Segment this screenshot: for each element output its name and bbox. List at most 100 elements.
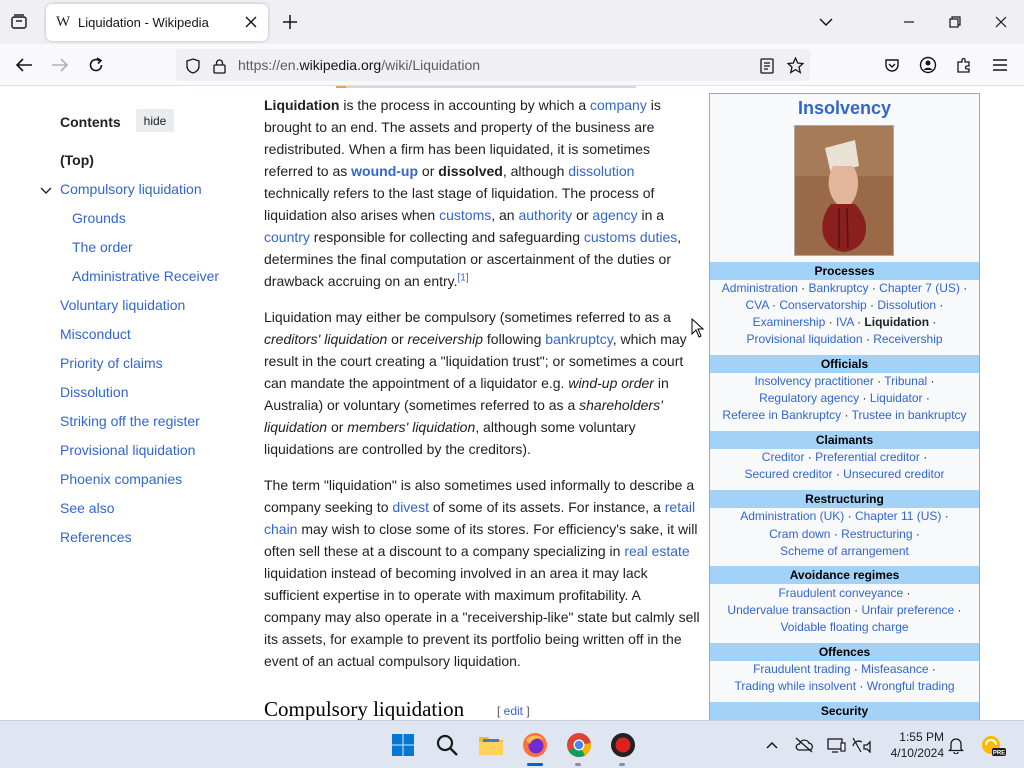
infobox-link[interactable]: Liquidator bbox=[870, 391, 923, 405]
infobox-link[interactable]: IVA bbox=[836, 315, 854, 329]
toc-item-phoenix-companies[interactable]: Phoenix companies bbox=[60, 471, 182, 487]
infobox-link[interactable]: Scheme of arrangement bbox=[780, 544, 909, 558]
toc-item-top[interactable]: (Top) bbox=[60, 152, 94, 168]
search-icon[interactable] bbox=[431, 729, 463, 761]
firefox-icon[interactable] bbox=[519, 729, 551, 761]
clock-time: 1:55 PM bbox=[899, 730, 944, 744]
extensions-icon[interactable] bbox=[953, 54, 975, 76]
url-text[interactable]: https://en.wikipedia.org/wiki/Liquidatio… bbox=[238, 57, 480, 73]
infobox-link[interactable]: Referee in Bankruptcy bbox=[722, 408, 841, 422]
chrome-icon[interactable] bbox=[563, 729, 595, 761]
close-tab-icon[interactable] bbox=[242, 13, 260, 31]
infobox-link[interactable]: Creditor bbox=[762, 450, 805, 464]
infobox-link[interactable]: Fraudulent trading bbox=[753, 662, 850, 676]
infobox-link[interactable]: Provisional liquidation bbox=[746, 332, 862, 346]
infobox-link[interactable]: Preferential creditor bbox=[815, 450, 920, 464]
infobox-link[interactable]: Bankruptcy bbox=[808, 281, 868, 295]
infobox-link[interactable]: Trading while insolvent bbox=[734, 679, 856, 693]
screen-recorder-icon[interactable] bbox=[607, 729, 639, 761]
bookmark-star-icon[interactable] bbox=[786, 56, 804, 74]
infobox-link[interactable]: Chapter 7 (US) bbox=[879, 281, 960, 295]
infobox-link[interactable]: Undervalue transaction bbox=[727, 603, 850, 617]
copilot-preview-icon[interactable]: PRE bbox=[976, 729, 1010, 761]
toc-item-voluntary-liquidation[interactable]: Voluntary liquidation bbox=[60, 297, 185, 313]
network-volume-icon[interactable] bbox=[847, 729, 877, 761]
notification-bell-icon[interactable] bbox=[942, 729, 970, 761]
link-divest[interactable]: divest bbox=[392, 499, 429, 515]
new-tab-icon[interactable] bbox=[280, 12, 300, 32]
reference-1[interactable]: [1] bbox=[458, 272, 469, 283]
windows-start-icon[interactable] bbox=[387, 729, 419, 761]
toc-item-provisional-liquidation[interactable]: Provisional liquidation bbox=[60, 442, 195, 458]
url-bar[interactable]: https://en.wikipedia.org/wiki/Liquidatio… bbox=[176, 49, 810, 81]
toc-item-misconduct[interactable]: Misconduct bbox=[60, 326, 131, 342]
infobox-link[interactable]: Insolvency practitioner bbox=[754, 374, 873, 388]
infobox-link[interactable]: Secured creditor bbox=[744, 467, 832, 481]
infobox-link[interactable]: Chapter 11 (US) bbox=[855, 509, 941, 523]
link-customs[interactable]: customs bbox=[439, 207, 491, 223]
infobox-link[interactable]: Administration bbox=[722, 281, 798, 295]
file-explorer-icon[interactable] bbox=[475, 729, 507, 761]
clock[interactable]: 1:55 PM 4/10/2024 bbox=[884, 729, 944, 761]
infobox-link[interactable]: Wrongful trading bbox=[867, 679, 955, 693]
infobox-link[interactable]: Trustee in bankruptcy bbox=[852, 408, 967, 422]
infobox-link[interactable]: Fraudulent conveyance bbox=[778, 586, 903, 600]
infobox-link[interactable]: Voidable floating charge bbox=[780, 620, 908, 634]
toc-item-priority-of-claims[interactable]: Priority of claims bbox=[60, 355, 163, 371]
tracking-shield-icon[interactable] bbox=[184, 57, 202, 75]
link-country[interactable]: country bbox=[264, 229, 310, 245]
link-dissolution[interactable]: dissolution bbox=[568, 163, 634, 179]
chevron-up-icon[interactable] bbox=[757, 729, 787, 761]
toc-item-administrative-receiver[interactable]: Administrative Receiver bbox=[72, 268, 219, 284]
infobox-link[interactable]: CVA bbox=[746, 298, 769, 312]
close-window-icon[interactable] bbox=[991, 12, 1011, 32]
infobox-link[interactable]: Unfair preference bbox=[862, 603, 955, 617]
lock-icon[interactable] bbox=[210, 57, 228, 75]
reload-icon[interactable] bbox=[85, 54, 107, 76]
chevron-down-icon[interactable] bbox=[40, 183, 52, 194]
forward-arrow-icon[interactable] bbox=[49, 54, 71, 76]
infobox-link[interactable]: Cram down bbox=[769, 527, 830, 541]
infobox-link[interactable]: Unsecured creditor bbox=[843, 467, 944, 481]
back-arrow-icon[interactable] bbox=[13, 54, 35, 76]
infobox-link[interactable]: Conservatorship bbox=[779, 298, 866, 312]
toc-item-see-also[interactable]: See also bbox=[60, 500, 114, 516]
account-icon[interactable] bbox=[917, 54, 939, 76]
list-all-tabs-icon[interactable] bbox=[816, 12, 836, 32]
separator-dot: · bbox=[862, 332, 874, 346]
infobox-link[interactable]: Administration (UK) bbox=[740, 509, 844, 523]
infobox-link[interactable]: Dissolution bbox=[877, 298, 936, 312]
link-agency[interactable]: agency bbox=[592, 207, 637, 223]
toc-item-striking-off[interactable]: Striking off the register bbox=[60, 413, 200, 429]
toc-item-references[interactable]: References bbox=[60, 529, 132, 545]
infobox-link[interactable]: Misfeasance bbox=[861, 662, 928, 676]
infobox-link[interactable]: Examinership bbox=[753, 315, 826, 329]
infobox-link[interactable]: Tribunal bbox=[884, 374, 927, 388]
toc-item-grounds[interactable]: Grounds bbox=[72, 210, 126, 226]
pocket-icon[interactable] bbox=[881, 54, 903, 76]
link-wound-up[interactable]: wound-up bbox=[351, 163, 418, 179]
toc-item-the-order[interactable]: The order bbox=[72, 239, 133, 255]
toc-item-compulsory-liquidation[interactable]: Compulsory liquidation bbox=[60, 181, 202, 197]
infobox-link[interactable]: Regulatory agency bbox=[759, 391, 859, 405]
link-customs-duties[interactable]: customs duties bbox=[584, 229, 677, 245]
infobox-image[interactable] bbox=[794, 125, 894, 256]
link-bankruptcy[interactable]: bankruptcy bbox=[545, 331, 612, 347]
link-company[interactable]: company bbox=[590, 97, 647, 113]
browser-tab-active[interactable]: W Liquidation - Wikipedia bbox=[46, 4, 268, 41]
toc-hide-button[interactable]: hide bbox=[136, 109, 174, 132]
infobox-link[interactable]: Receivership bbox=[873, 332, 942, 346]
edit-section-link[interactable]: [ edit ] bbox=[497, 704, 530, 718]
minimize-icon[interactable] bbox=[899, 12, 919, 32]
toc-item-dissolution[interactable]: Dissolution bbox=[60, 384, 128, 400]
tab-list-icon[interactable] bbox=[8, 11, 30, 33]
windows-taskbar: 1:55 PM 4/10/2024 PRE bbox=[0, 720, 1024, 768]
maximize-icon[interactable] bbox=[945, 12, 965, 32]
link-authority[interactable]: authority bbox=[518, 207, 572, 223]
link-real-estate[interactable]: real estate bbox=[624, 543, 689, 559]
menu-hamburger-icon[interactable] bbox=[989, 54, 1011, 76]
infobox-link[interactable]: Restructuring bbox=[841, 527, 912, 541]
reader-view-icon[interactable] bbox=[758, 57, 776, 75]
cloud-offline-icon[interactable] bbox=[789, 729, 819, 761]
infobox-title[interactable]: Insolvency bbox=[710, 98, 979, 119]
